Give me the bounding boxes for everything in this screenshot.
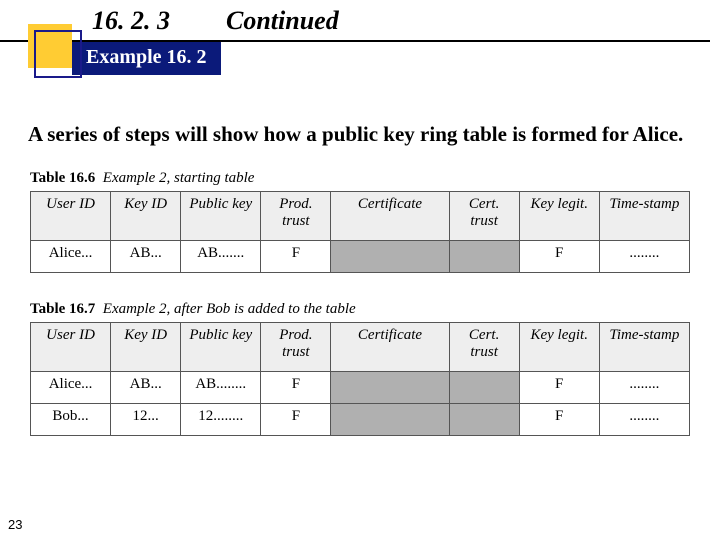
col-user-id: User ID	[31, 323, 111, 372]
caption-text: Example 2, after Bob is added to the tab…	[103, 301, 356, 317]
col-key-leg: Key legit.	[519, 323, 599, 372]
table-16-7-block: Table 16.7 Example 2, after Bob is added…	[30, 301, 692, 436]
table-16-7: User ID Key ID Public key Prod. trust Ce…	[30, 322, 690, 436]
table-row: Alice... AB... AB....... F F ........	[31, 241, 690, 273]
cell-empty	[331, 372, 449, 404]
cell: F	[519, 241, 599, 273]
cell-empty	[331, 404, 449, 436]
table-row: Alice... AB... AB........ F F ........	[31, 372, 690, 404]
table-16-7-caption: Table 16.7 Example 2, after Bob is added…	[30, 301, 692, 318]
cell: ........	[599, 241, 689, 273]
col-key-id: Key ID	[111, 323, 181, 372]
cell: AB........	[181, 372, 261, 404]
cell: F	[519, 404, 599, 436]
col-prod: Prod. trust	[261, 323, 331, 372]
cell-empty	[449, 372, 519, 404]
table-16-6: User ID Key ID Public key Prod. trust Ce…	[30, 191, 690, 273]
cell: 12...	[111, 404, 181, 436]
col-public: Public key	[181, 192, 261, 241]
caption-text: Example 2, starting table	[103, 170, 255, 186]
cell: Bob...	[31, 404, 111, 436]
example-pill: Example 16. 2	[72, 42, 221, 75]
cell: Alice...	[31, 241, 111, 273]
cell-empty	[331, 241, 449, 273]
body-paragraph: A series of steps will show how a public…	[28, 120, 692, 148]
cell: F	[261, 372, 331, 404]
col-cert-tr: Cert. trust	[449, 323, 519, 372]
cell-empty	[449, 241, 519, 273]
cell: F	[519, 372, 599, 404]
cell: Alice...	[31, 372, 111, 404]
page-number: 23	[8, 517, 22, 532]
col-cert: Certificate	[331, 323, 449, 372]
cell: ........	[599, 404, 689, 436]
section-number: 16. 2. 3	[92, 6, 170, 36]
table-header-row: User ID Key ID Public key Prod. trust Ce…	[31, 323, 690, 372]
cell: AB.......	[181, 241, 261, 273]
table-header-row: User ID Key ID Public key Prod. trust Ce…	[31, 192, 690, 241]
continued-label: Continued	[226, 6, 339, 36]
cell: AB...	[111, 241, 181, 273]
table-16-6-block: Table 16.6 Example 2, starting table Use…	[30, 170, 692, 273]
table-16-6-caption: Table 16.6 Example 2, starting table	[30, 170, 692, 187]
col-user-id: User ID	[31, 192, 111, 241]
col-prod: Prod. trust	[261, 192, 331, 241]
col-key-leg: Key legit.	[519, 192, 599, 241]
col-cert: Certificate	[331, 192, 449, 241]
caption-number: Table 16.6	[30, 170, 95, 186]
cell: F	[261, 241, 331, 273]
logo-decoration	[28, 24, 72, 68]
col-public: Public key	[181, 323, 261, 372]
table-row: Bob... 12... 12........ F F ........	[31, 404, 690, 436]
col-ts: Time-stamp	[599, 323, 689, 372]
cell-empty	[449, 404, 519, 436]
cell: 12........	[181, 404, 261, 436]
col-ts: Time-stamp	[599, 192, 689, 241]
caption-number: Table 16.7	[30, 301, 95, 317]
cell: F	[261, 404, 331, 436]
col-cert-tr: Cert. trust	[449, 192, 519, 241]
slide-header: 16. 2. 3 Continued Example 16. 2	[0, 0, 720, 80]
cell: AB...	[111, 372, 181, 404]
col-key-id: Key ID	[111, 192, 181, 241]
cell: ........	[599, 372, 689, 404]
